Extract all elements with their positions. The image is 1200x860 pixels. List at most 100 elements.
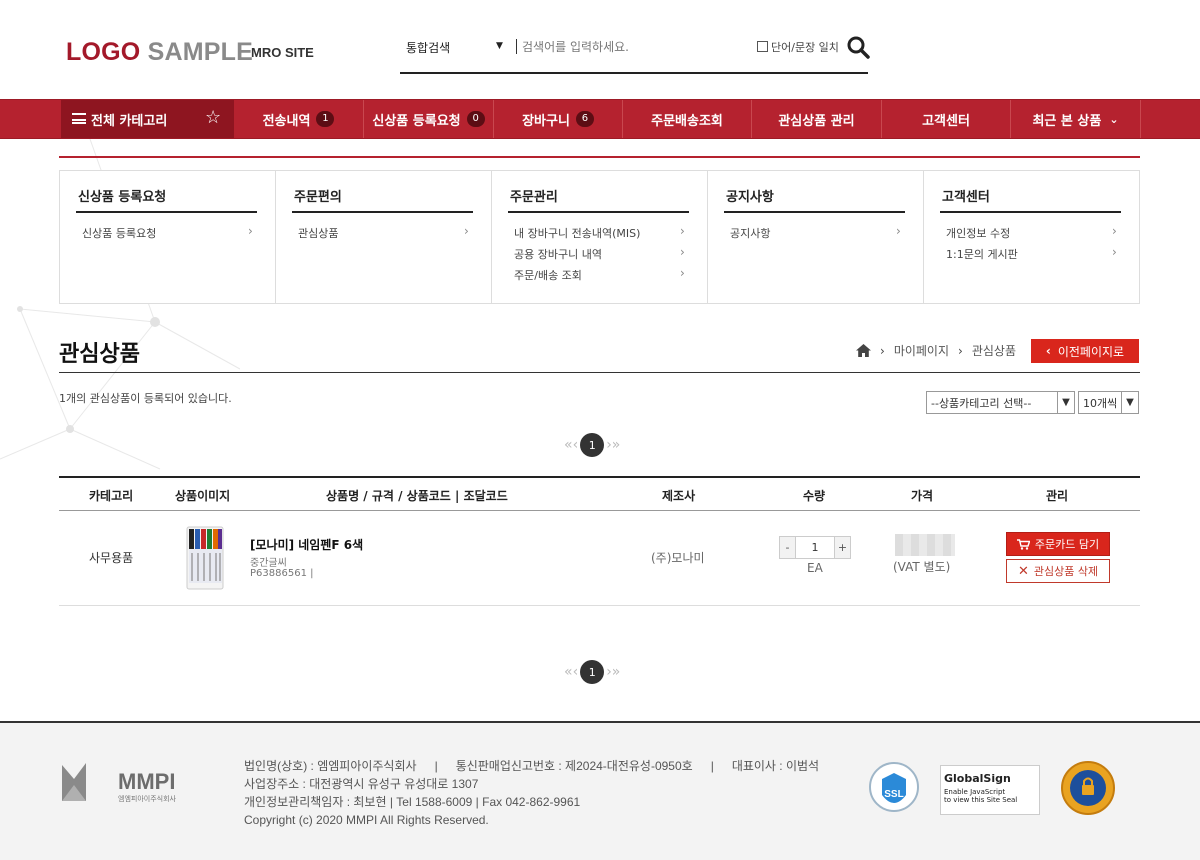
quantity-unit: EA <box>807 561 823 575</box>
caret-down-icon[interactable]: ▼ <box>496 41 503 51</box>
last-page-icon[interactable]: » <box>612 664 621 680</box>
chevron-right-icon: › <box>1112 224 1117 238</box>
product-name[interactable]: [모나미] 네임펜F 6색 <box>250 536 363 553</box>
site-header: LOGO SAMPLE MRO SITE 통합검색 ▼ 단어/문장 일치 <box>0 0 1200 100</box>
chevron-right-icon: › <box>680 245 685 259</box>
page-number[interactable]: 1 <box>580 660 605 684</box>
exact-match-checkbox[interactable] <box>757 41 768 52</box>
chevron-left-icon: ‹ <box>1045 344 1051 358</box>
svg-text:SSL: SSL <box>884 789 903 800</box>
nav-item-new-product-request[interactable]: 신상품 등록요청 0 <box>364 100 494 138</box>
breadcrumb-item[interactable]: 관심상품 <box>972 342 1016 359</box>
column-header: 제조사 <box>662 489 696 503</box>
footer-logo-subtext: 엠엠피아이주식회사 <box>118 794 177 803</box>
nav-item-transfer-history[interactable]: 전송내역 1 <box>234 100 364 138</box>
nav-item-customer-center[interactable]: 고객센터 <box>882 100 1011 138</box>
quantity-stepper: - 1 + <box>779 536 851 559</box>
company-info: 법인명(상호) : 엠엠피아이주식회사 | 통신판매업신고번호 : 제2024-대전… <box>244 759 820 827</box>
column-header: 관리 <box>1046 489 1069 503</box>
mega-menu-column: 고객센터 개인정보 수정 › 1:1문의 게시판 › <box>923 170 1140 304</box>
per-page-select[interactable]: 10개씩 ▼ <box>1078 391 1139 414</box>
search-bar: 통합검색 ▼ 단어/문장 일치 <box>400 30 870 74</box>
column-header: 수량 <box>803 489 826 503</box>
product-spec: 중간글씨 <box>250 558 287 569</box>
search-input[interactable] <box>522 36 752 58</box>
column-header: 상품이미지 <box>175 489 231 503</box>
mega-menu-column: 주문편의 관심상품 › <box>275 170 492 304</box>
chevron-right-icon: › <box>680 266 685 280</box>
mega-menu-title: 주문편의 <box>294 190 342 205</box>
mega-menu-link[interactable]: 내 장바구니 전송내역(MIS) <box>514 225 640 241</box>
count-badge: 6 <box>575 111 594 127</box>
breadcrumb-item[interactable]: 마이페이지 <box>894 342 949 359</box>
search-scope-select[interactable]: 통합검색 <box>406 39 450 56</box>
mega-menu-column: 주문관리 내 장바구니 전송내역(MIS) › 공용 장바구니 내역 › 주문/… <box>491 170 708 304</box>
mega-menu-column: 신상품 등록요청 신상품 등록요청 › <box>59 170 276 304</box>
chevron-right-icon: › <box>680 224 685 238</box>
chevron-right-icon: › <box>1112 245 1117 259</box>
globalsign-seal[interactable]: GlobalSign Enable JavaScript to view this… <box>940 765 1040 815</box>
category-filter-select[interactable]: --상품카테고리 선택-- ▼ <box>926 391 1075 414</box>
breadcrumb: › 마이페이지 › 관심상품 <box>856 342 1016 359</box>
mega-menu-link[interactable]: 개인정보 수정 <box>946 225 1010 241</box>
site-footer: MMPI 엠엠피아이주식회사 법인명(상호) : 엠엠피아이주식회사 | 통신판매업… <box>0 721 1200 860</box>
first-page-icon[interactable]: « <box>564 664 573 680</box>
nav-item-cart[interactable]: 장바구니 6 <box>494 100 623 138</box>
column-header: 상품명 / 규격 / 상품코드 | 조달코드 <box>326 489 508 503</box>
home-icon[interactable] <box>856 344 871 357</box>
nav-item-wishlist-manage[interactable]: 관심상품 관리 <box>752 100 882 138</box>
nav-item-recently-viewed[interactable]: 최근 본 상품 ⌄ <box>1011 100 1141 138</box>
chevron-down-icon: ▼ <box>1057 392 1074 413</box>
footer-logo-text: MMPI <box>118 769 175 794</box>
menu-icon <box>72 113 86 124</box>
mega-menu-link[interactable]: 관심상품 <box>298 225 338 241</box>
last-page-icon[interactable]: » <box>612 437 621 453</box>
price-blurred <box>895 534 955 556</box>
page-number[interactable]: 1 <box>580 433 605 457</box>
exact-match-label: 단어/문장 일치 <box>771 41 839 54</box>
page-title: 관심상품 <box>59 342 140 367</box>
mega-menu-link[interactable]: 신상품 등록요청 <box>82 225 156 241</box>
wishlist-count-text: 1개의 관심상품이 등록되어 있습니다. <box>59 392 232 405</box>
mega-menu-title: 고객센터 <box>942 190 990 205</box>
table-row: 사무용품 [모나미] 네임펜F 6색 중간글씨 P63886561 | (주)모… <box>59 511 1140 606</box>
product-category: 사무용품 <box>89 551 134 565</box>
count-badge: 0 <box>466 111 485 127</box>
product-image[interactable] <box>185 525 225 591</box>
chevron-right-icon: › <box>896 224 901 238</box>
all-categories-button[interactable]: 전체 카테고리 ☆ <box>61 100 234 138</box>
product-code: P63886561 | <box>250 568 314 579</box>
search-icon[interactable] <box>846 35 870 59</box>
mega-menu-column: 공지사항 공지사항 › <box>707 170 924 304</box>
ssl-seal-icon[interactable]: SSL <box>868 761 920 819</box>
mega-menu-title: 주문관리 <box>510 190 558 205</box>
count-badge: 1 <box>316 111 335 127</box>
back-button[interactable]: ‹ 이전페이지로 <box>1031 339 1139 363</box>
increase-button[interactable]: + <box>834 537 850 558</box>
mega-menu-title: 공지사항 <box>726 190 774 205</box>
search-divider <box>516 39 517 54</box>
delete-wishlist-button[interactable]: ✕ 관심상품 삭제 <box>1006 559 1110 583</box>
first-page-icon[interactable]: « <box>564 437 573 453</box>
mega-menu-title: 신상품 등록요청 <box>78 190 167 205</box>
site-logo[interactable]: LOGO SAMPLE <box>66 38 253 67</box>
decrease-button[interactable]: - <box>780 537 796 558</box>
title-divider <box>59 372 1140 373</box>
chevron-right-icon: › <box>880 343 885 358</box>
prev-page-icon[interactable]: ‹ <box>573 664 579 680</box>
add-to-order-card-button[interactable]: 주문카드 담기 <box>1006 532 1110 556</box>
cart-icon <box>1016 538 1030 550</box>
nav-item-order-tracking[interactable]: 주문배송조회 <box>623 100 752 138</box>
mega-menu: 신상품 등록요청 신상품 등록요청 › 주문편의 관심상품 › 주문관리 내 장… <box>59 156 1140 304</box>
kisia-seal-icon[interactable]: KISIA <box>1060 760 1116 816</box>
main-nav: 전체 카테고리 ☆ 전송내역 1 신상품 등록요청 0 장바구니 6 주문배송조회 관… <box>0 99 1200 139</box>
chevron-down-icon: ⌄ <box>1109 112 1119 126</box>
mega-menu-link[interactable]: 1:1문의 게시판 <box>946 246 1018 262</box>
prev-page-icon[interactable]: ‹ <box>573 437 579 453</box>
mega-menu-link[interactable]: 공용 장바구니 내역 <box>514 246 602 262</box>
footer-logo: MMPI 엠엠피아이주식회사 <box>62 763 177 803</box>
star-icon[interactable]: ☆ <box>205 107 221 128</box>
mega-menu-link[interactable]: 주문/배송 조회 <box>514 267 582 283</box>
mega-menu-link[interactable]: 공지사항 <box>730 225 770 241</box>
quantity-value[interactable]: 1 <box>796 537 834 558</box>
